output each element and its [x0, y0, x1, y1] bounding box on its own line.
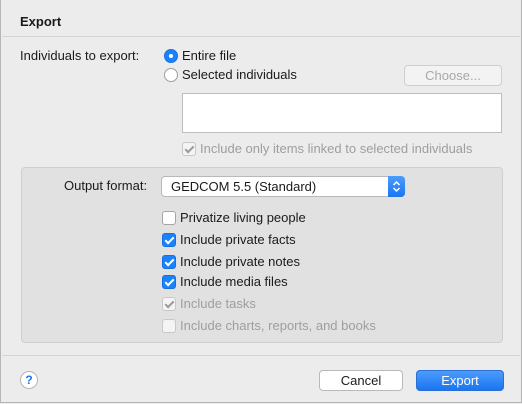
media-files-checkbox[interactable]: [162, 275, 176, 289]
private-notes-label[interactable]: Include private notes: [180, 254, 300, 269]
privatize-living-checkbox[interactable]: [162, 211, 176, 225]
entire-file-label[interactable]: Entire file: [182, 48, 236, 63]
private-notes-checkbox[interactable]: [162, 255, 176, 269]
private-facts-label[interactable]: Include private facts: [180, 232, 296, 247]
selected-individuals-radio[interactable]: [164, 68, 178, 82]
charts-label: Include charts, reports, and books: [180, 318, 376, 333]
tasks-checkbox[interactable]: [162, 297, 176, 311]
cancel-button[interactable]: Cancel: [319, 370, 403, 391]
updown-chevron-icon: [388, 176, 405, 197]
entire-file-radio[interactable]: [164, 49, 178, 63]
output-format-label: Output format:: [64, 178, 148, 193]
media-files-label[interactable]: Include media files: [180, 274, 288, 289]
footer-divider: [2, 355, 520, 356]
privatize-living-label[interactable]: Privatize living people: [180, 210, 306, 225]
export-dialog: Export Individuals to export: Entire fil…: [0, 0, 522, 403]
selected-individuals-list[interactable]: [182, 93, 502, 133]
individuals-label: Individuals to export:: [20, 48, 140, 63]
question-mark-icon[interactable]: ?: [20, 371, 38, 389]
export-button[interactable]: Export: [416, 370, 504, 391]
output-format-select[interactable]: GEDCOM 5.5 (Standard): [161, 176, 405, 197]
charts-checkbox[interactable]: [162, 319, 176, 333]
tasks-label: Include tasks: [180, 296, 256, 311]
selected-individuals-label[interactable]: Selected individuals: [182, 67, 297, 82]
private-facts-checkbox[interactable]: [162, 233, 176, 247]
dialog-title: Export: [20, 14, 62, 29]
linked-items-label: Include only items linked to selected in…: [200, 141, 473, 156]
choose-button[interactable]: Choose...: [404, 65, 502, 86]
linked-items-checkbox[interactable]: [182, 142, 196, 156]
output-format-value: GEDCOM 5.5 (Standard): [171, 179, 317, 194]
title-divider: [2, 36, 520, 37]
